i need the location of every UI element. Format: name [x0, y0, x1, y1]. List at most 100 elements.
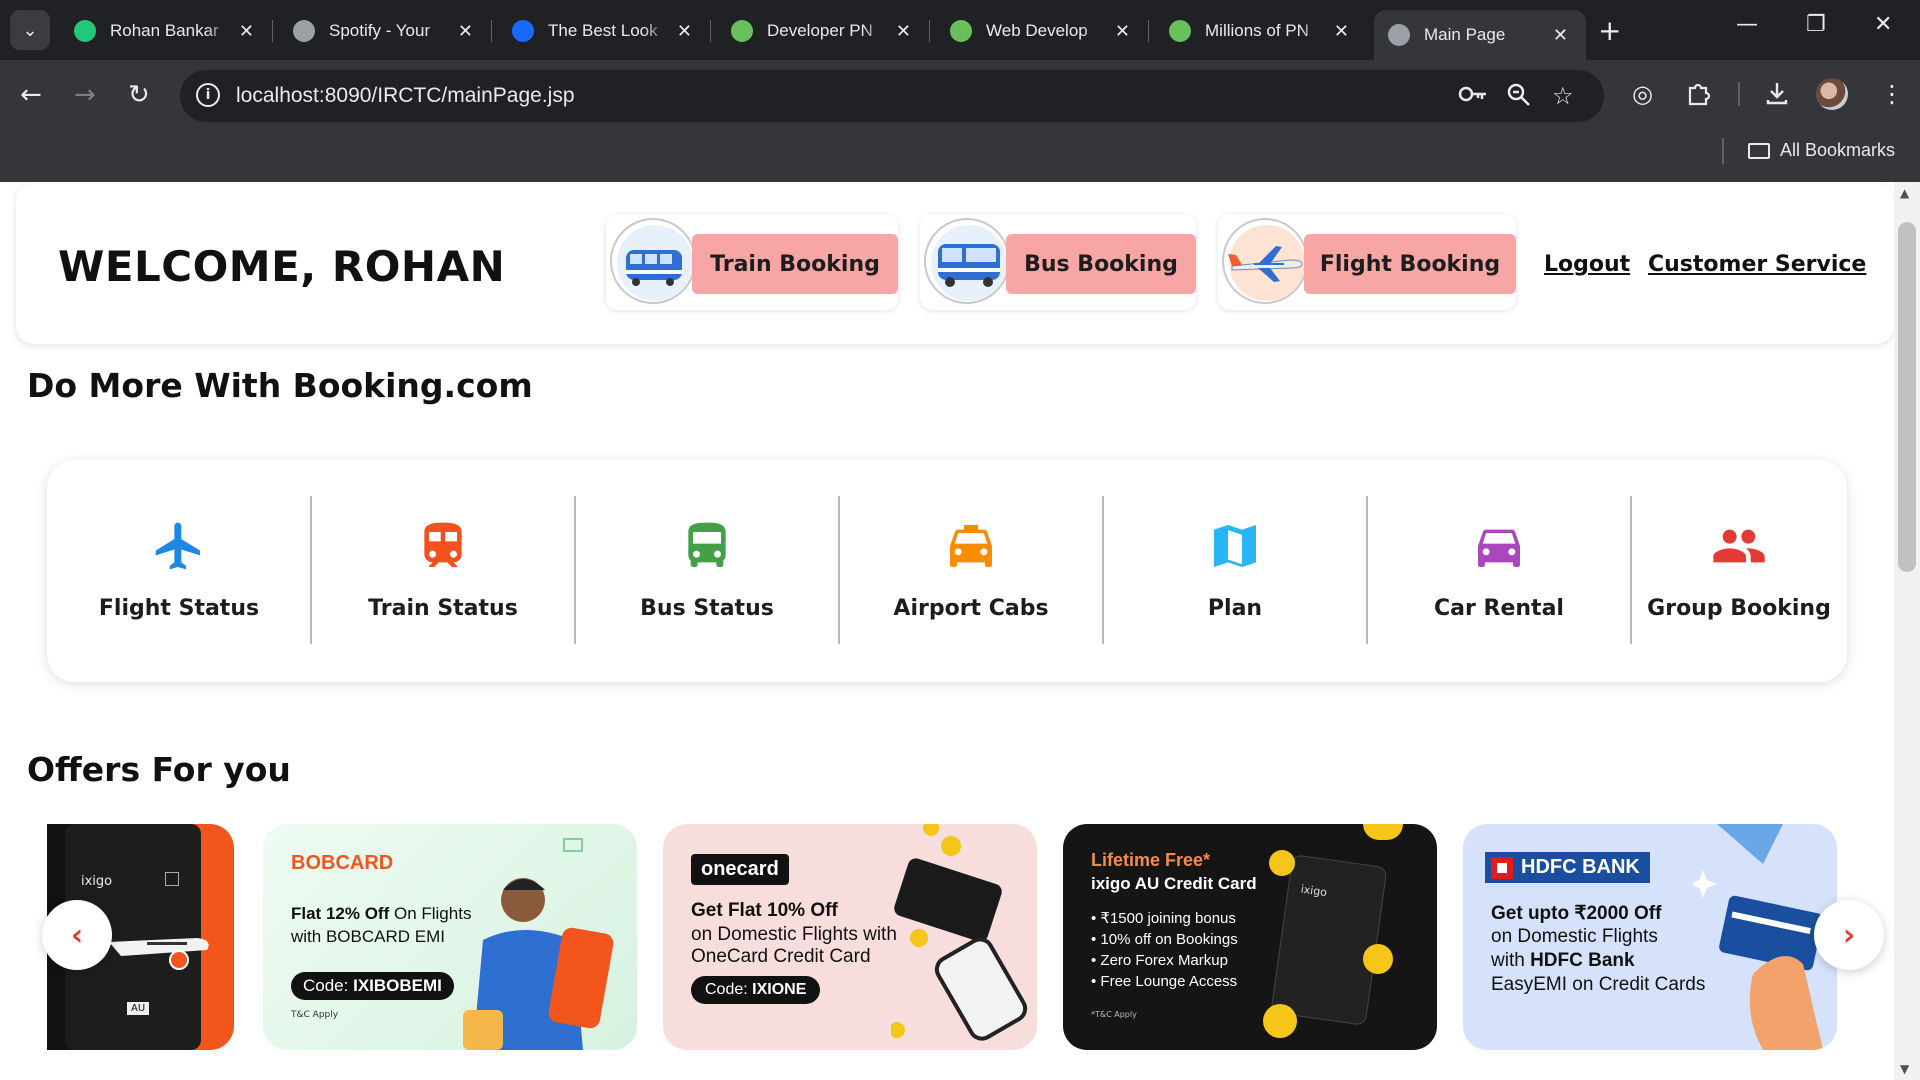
- train-booking-button[interactable]: Train Booking: [692, 234, 898, 294]
- flight-booking-card[interactable]: Flight Booking: [1218, 214, 1516, 310]
- back-arrow-icon: ←: [20, 80, 42, 110]
- browser-tab[interactable]: Web Develop ✕: [936, 10, 1149, 52]
- browser-tab[interactable]: Developer PN ✕: [717, 10, 930, 52]
- offer-card-hdfc[interactable]: HDFC BANK Get upto ₹2000 Off on Domestic…: [1463, 824, 1837, 1050]
- zoom-icon[interactable]: [1506, 82, 1532, 114]
- service-car-rental[interactable]: Car Rental: [1367, 496, 1632, 644]
- bus-booking-button[interactable]: Bus Booking: [1006, 234, 1196, 294]
- minimize-button[interactable]: —: [1736, 12, 1758, 37]
- extension-target-icon[interactable]: ◎: [1632, 80, 1653, 108]
- flight-booking-button[interactable]: Flight Booking: [1304, 234, 1516, 294]
- tab-close-icon[interactable]: ✕: [896, 21, 911, 42]
- toolbar-divider: [1738, 82, 1740, 106]
- service-airport-cabs[interactable]: Airport Cabs: [839, 496, 1104, 644]
- all-bookmarks-button[interactable]: All Bookmarks: [1748, 140, 1895, 161]
- airplane-icon: [155, 522, 200, 570]
- train-booking-card[interactable]: Train Booking: [606, 214, 898, 310]
- hdfc-logo: HDFC BANK: [1485, 852, 1650, 883]
- coin-icon: [1363, 944, 1393, 974]
- restore-button[interactable]: ❐: [1806, 12, 1826, 37]
- logout-link[interactable]: Logout: [1544, 252, 1630, 277]
- back-button[interactable]: ←: [20, 80, 42, 110]
- offer-card-bobcard[interactable]: BOBCARD Flat 12% Off On Flights with BOB…: [263, 824, 637, 1050]
- url-text[interactable]: localhost:8090/IRCTC/mainPage.jsp: [236, 84, 575, 108]
- bobcard-logo: BOBCARD: [291, 852, 394, 874]
- chevron-down-icon: ⌄: [22, 19, 38, 41]
- service-label: Flight Status: [98, 596, 260, 621]
- service-group-booking[interactable]: Group Booking: [1631, 496, 1847, 644]
- reload-button[interactable]: ↻: [128, 80, 150, 110]
- tab-close-icon[interactable]: ✕: [239, 21, 254, 42]
- browser-tab[interactable]: The Best Look ✕: [498, 10, 711, 52]
- tab-title: Developer PN: [767, 21, 873, 40]
- all-bookmarks-label: All Bookmarks: [1780, 140, 1896, 160]
- train-icon: [424, 522, 462, 567]
- address-bar[interactable]: i localhost:8090/IRCTC/mainPage.jsp ☆: [180, 70, 1604, 122]
- bus-icon: [924, 218, 1010, 304]
- tab-search-button[interactable]: ⌄: [10, 10, 50, 50]
- offer-card-ixigo-au[interactable]: Lifetime Free* ixigo AU Credit Card • ₹1…: [1063, 824, 1437, 1050]
- profile-avatar[interactable]: [1816, 78, 1848, 110]
- offer-title: Lifetime Free*: [1091, 850, 1211, 870]
- browser-tab[interactable]: Spotify - Your ✕: [279, 10, 492, 52]
- new-tab-button[interactable]: +: [1598, 14, 1621, 47]
- tab-close-icon[interactable]: ✕: [1334, 21, 1349, 42]
- group-icon: [1713, 529, 1765, 563]
- reload-icon: ↻: [128, 80, 150, 110]
- close-window-button[interactable]: ✕: [1874, 12, 1892, 37]
- card-phone-illustration: [891, 824, 1028, 1041]
- offer-line3-pre: with: [1491, 950, 1531, 971]
- bus-icon: [688, 522, 726, 567]
- tab-separator: [1148, 20, 1149, 42]
- carousel-next-button[interactable]: ›: [1814, 900, 1884, 970]
- do-more-heading: Do More With Booking.com: [27, 366, 533, 405]
- password-key-icon[interactable]: [1458, 82, 1488, 112]
- chevron-right-icon: ›: [1842, 917, 1856, 953]
- tab-title: Millions of PN: [1205, 21, 1309, 40]
- car-icon: [1478, 529, 1520, 567]
- tab-favicon-icon: [512, 20, 534, 42]
- card-au-label: AU: [127, 1002, 150, 1015]
- bus-booking-card[interactable]: Bus Booking: [920, 214, 1196, 310]
- scroll-down-arrow-icon[interactable]: ▼: [1900, 1062, 1909, 1076]
- offer-line3: OneCard Credit Card: [691, 946, 871, 967]
- service-label: Bus Status: [640, 596, 774, 621]
- menu-kebab-icon[interactable]: ⋮: [1880, 80, 1904, 108]
- offer-headline: Get Flat 10% Off: [691, 900, 838, 921]
- offers-carousel: ixigo AU BOBCARD Flat 12% Off On Flights…: [47, 824, 1847, 1050]
- offer-bullets: • ₹1500 joining bonus • 10% off on Booki…: [1091, 908, 1238, 992]
- service-label: Airport Cabs: [893, 596, 1049, 621]
- offer-card-onecard[interactable]: onecard Get Flat 10% Off on Domestic Fli…: [663, 824, 1037, 1050]
- scroll-up-arrow-icon[interactable]: ▲: [1900, 186, 1909, 200]
- site-info-icon[interactable]: i: [196, 83, 220, 107]
- airplane-illustration: [109, 938, 209, 970]
- tab-close-icon[interactable]: ✕: [677, 21, 692, 42]
- service-label: Train Status: [368, 596, 518, 621]
- service-flight-status[interactable]: Flight Status: [47, 496, 312, 644]
- tab-close-icon[interactable]: ✕: [1115, 21, 1130, 42]
- code-label: Code:: [705, 981, 753, 998]
- service-train-status[interactable]: Train Status: [311, 496, 576, 644]
- service-plan[interactable]: Plan: [1103, 496, 1368, 644]
- offer-headline: Get upto ₹2000 Off: [1491, 903, 1662, 924]
- scrollbar-thumb[interactable]: [1898, 222, 1916, 572]
- man-with-phone-illustration: [463, 878, 614, 1050]
- tab-close-icon[interactable]: ✕: [458, 21, 473, 42]
- browser-tab[interactable]: Millions of PN ✕: [1155, 10, 1367, 52]
- offer-code-badge: Code: IXIONE: [691, 976, 821, 1004]
- bookmark-star-icon[interactable]: ☆: [1552, 82, 1574, 110]
- offer-headline: Flat 12% Off On Flights: [291, 904, 471, 924]
- download-icon[interactable]: [1764, 80, 1790, 112]
- browser-tab[interactable]: Rohan Bankar ✕: [60, 10, 273, 52]
- service-label: Car Rental: [1434, 596, 1564, 621]
- tab-close-icon[interactable]: ✕: [1553, 25, 1568, 46]
- service-bus-status[interactable]: Bus Status: [575, 496, 840, 644]
- extensions-puzzle-icon[interactable]: [1686, 80, 1712, 112]
- flight-icon: [1222, 218, 1308, 304]
- page-scrollbar[interactable]: ▲ ▼: [1894, 182, 1920, 1080]
- carousel-prev-button[interactable]: ‹: [42, 900, 112, 970]
- customer-service-link[interactable]: Customer Service: [1648, 252, 1866, 277]
- folder-icon: [1748, 142, 1770, 159]
- forward-button[interactable]: →: [74, 80, 96, 110]
- browser-tab[interactable]: Main Page ✕: [1374, 10, 1586, 60]
